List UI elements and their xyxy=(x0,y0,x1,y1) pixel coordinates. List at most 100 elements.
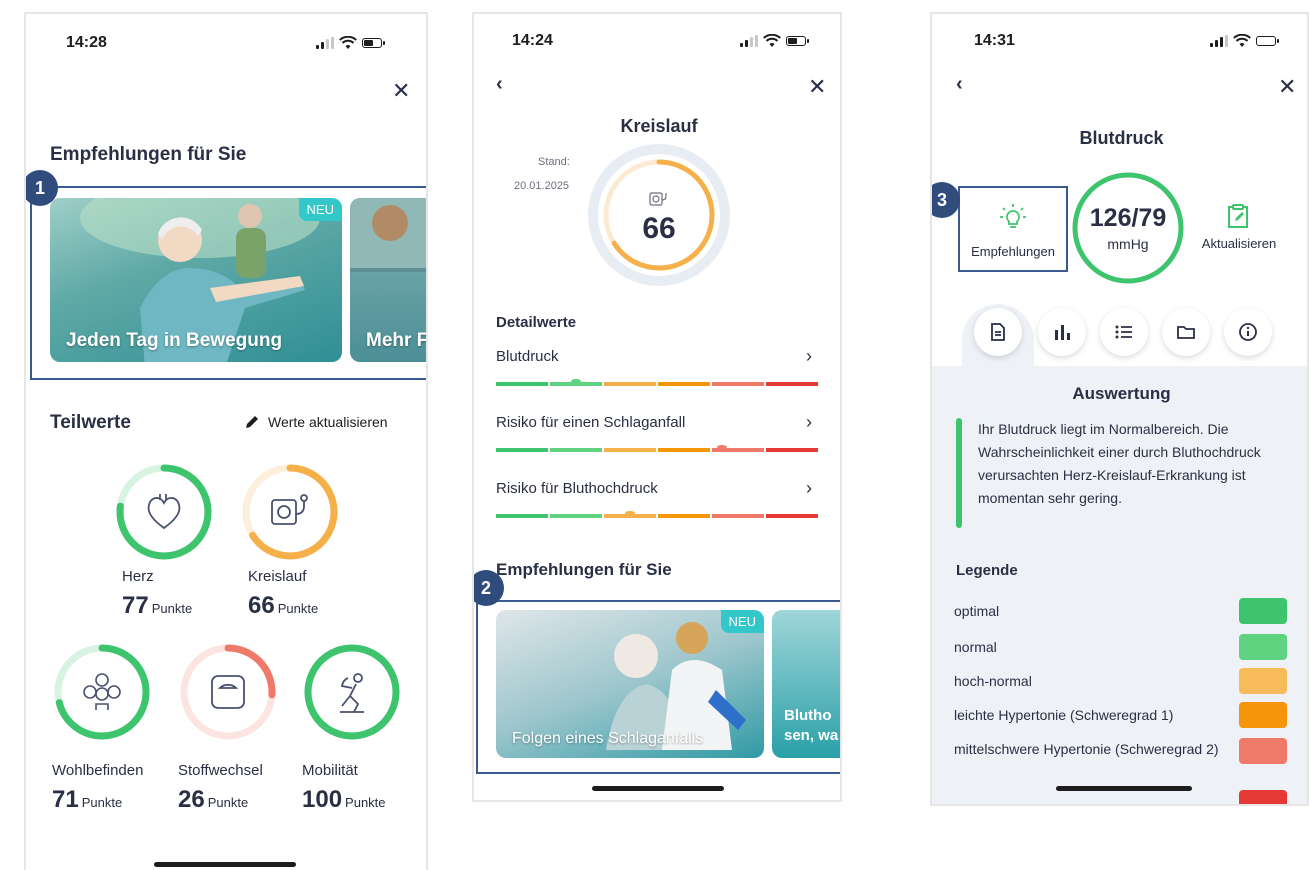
info-icon xyxy=(1239,323,1257,341)
scale-segment xyxy=(766,514,818,518)
scale-segment xyxy=(496,448,548,452)
metric-kreislauf[interactable]: Kreislauf 66 Punkte xyxy=(240,462,340,634)
scale-icon xyxy=(211,675,245,709)
folder-icon xyxy=(1177,326,1195,339)
detail-row-schlaganfall[interactable]: Risiko für einen Schlaganfall › xyxy=(496,412,818,460)
evaluation-accent-bar xyxy=(956,418,962,528)
legend-title: Legende xyxy=(956,562,1018,579)
metric-name: Kreislauf xyxy=(248,568,307,585)
phone-screen-kreislauf: 14:24 ‹ ✕ Kreislauf Stand: 20.01.2025 66… xyxy=(472,12,842,802)
evaluation-title: Auswertung xyxy=(1072,384,1171,403)
tab-document[interactable] xyxy=(974,308,1022,356)
phone-screen-overview: 14:28 ✕ Empfehlungen für Sie NEU Jeden T… xyxy=(24,12,428,870)
signal-icon xyxy=(316,37,334,49)
clipboard-edit-icon xyxy=(1228,204,1248,228)
metric-value: 100 xyxy=(302,786,343,813)
list-icon xyxy=(1115,325,1132,339)
detail-label: Risiko für einen Schlaganfall xyxy=(496,414,686,431)
scale-segment xyxy=(604,382,656,386)
page-title: Kreislauf xyxy=(620,116,698,136)
metric-points: 100 Punkte xyxy=(302,786,386,814)
metric-points: 66 Punkte xyxy=(248,592,318,620)
bar-chart-icon xyxy=(1055,325,1070,340)
legend-swatch xyxy=(1239,702,1287,728)
running-person-icon xyxy=(340,673,364,713)
scale-segment xyxy=(550,448,602,452)
document-icon xyxy=(991,323,1005,341)
legend-label: normal xyxy=(954,639,997,655)
risk-scale xyxy=(496,445,818,452)
back-chevron-icon[interactable]: ‹ xyxy=(956,74,963,94)
metric-wohlbefinden[interactable]: Wohlbefinden 71 Punkte xyxy=(52,642,182,818)
signal-icon xyxy=(740,35,758,47)
metric-herz[interactable]: Herz 77 Punkte xyxy=(114,462,214,634)
wellbeing-faces-icon xyxy=(83,673,121,710)
signal-icon xyxy=(1210,35,1228,47)
blood-pressure-value-ring: 126/79 mmHg xyxy=(1070,170,1186,286)
metric-unit: Punkte xyxy=(207,795,249,810)
section-title-recommendations: Empfehlungen für Sie xyxy=(50,144,247,165)
back-chevron-icon[interactable]: ‹ xyxy=(496,74,503,94)
chevron-right-icon: › xyxy=(806,478,812,498)
home-indicator xyxy=(592,786,724,791)
detail-row-blutdruck[interactable]: Blutdruck › xyxy=(496,346,818,394)
score-value: 66 xyxy=(642,212,676,245)
highlight-box-3 xyxy=(958,186,1068,272)
detail-row-bluthochdruck[interactable]: Risiko für Bluthochdruck › xyxy=(496,478,818,526)
highlight-box-1 xyxy=(30,186,426,380)
scale-segment xyxy=(658,448,710,452)
metric-name: Herz xyxy=(122,568,154,585)
legend-swatch xyxy=(1239,598,1287,624)
close-icon[interactable]: ✕ xyxy=(1278,76,1296,98)
legend-label xyxy=(954,798,1214,804)
chevron-right-icon: › xyxy=(806,346,812,366)
blood-pressure-monitor-icon xyxy=(271,494,308,525)
status-icons xyxy=(1210,34,1279,48)
risk-scale xyxy=(496,379,818,386)
status-icons xyxy=(740,34,809,48)
metric-stoffwechsel[interactable]: Stoffwechsel 26 Punkte xyxy=(178,642,308,818)
legend-row-mild-hypertension: leichte Hypertonie (Schweregrad 1) xyxy=(954,702,1287,728)
status-time: 14:28 xyxy=(66,34,107,51)
battery-icon xyxy=(786,36,809,46)
legend-row-severe-hypertension xyxy=(954,790,1287,804)
blood-pressure-value: 126/79 xyxy=(1089,204,1167,232)
legend-row-optimal: optimal xyxy=(954,598,1287,624)
tab-list[interactable] xyxy=(1100,308,1148,356)
stand-label: Stand: xyxy=(538,156,570,168)
legend-row-moderate-hypertension: mittelschwere Hypertonie (Schweregrad 2) xyxy=(954,738,1287,764)
metric-unit: Punkte xyxy=(81,795,123,810)
status-icons xyxy=(316,36,385,50)
blood-pressure-unit: mmHg xyxy=(1107,236,1149,252)
update-button-label: Aktualisieren xyxy=(1201,236,1277,251)
update-values-link[interactable]: Werte aktualisieren xyxy=(244,414,388,430)
scale-segment xyxy=(496,382,548,386)
legend-swatch xyxy=(1239,790,1287,804)
scale-marker xyxy=(571,379,581,383)
scale-segment xyxy=(658,382,710,386)
score-gauge: 66 xyxy=(586,142,732,288)
status-time: 14:24 xyxy=(512,32,553,49)
section-title-teilwerte: Teilwerte xyxy=(50,412,131,433)
tab-folder[interactable] xyxy=(1162,308,1210,356)
metric-value: 71 xyxy=(52,786,79,813)
battery-icon xyxy=(362,38,385,48)
tab-chart[interactable] xyxy=(1038,308,1086,356)
risk-scale xyxy=(496,511,818,518)
close-icon[interactable]: ✕ xyxy=(808,76,826,98)
metric-value: 66 xyxy=(248,592,275,619)
evaluation-text: Ihr Blutdruck liegt im Normalbereich. Di… xyxy=(978,421,1261,506)
metric-value: 77 xyxy=(122,592,149,619)
legend-label: hoch-normal xyxy=(954,673,1032,689)
update-button[interactable]: Aktualisieren xyxy=(1190,202,1288,262)
update-values-label: Werte aktualisieren xyxy=(268,414,388,430)
close-icon[interactable]: ✕ xyxy=(392,80,410,102)
legend-swatch xyxy=(1239,668,1287,694)
wifi-icon xyxy=(339,36,357,49)
metric-unit: Punkte xyxy=(277,601,319,616)
page-title: Blutdruck xyxy=(1079,128,1164,148)
tab-info[interactable] xyxy=(1224,308,1272,356)
pencil-icon xyxy=(246,416,258,428)
metric-mobilitaet[interactable]: Mobilität 100 Punkte xyxy=(302,642,426,818)
metric-points: 26 Punkte xyxy=(178,786,248,814)
